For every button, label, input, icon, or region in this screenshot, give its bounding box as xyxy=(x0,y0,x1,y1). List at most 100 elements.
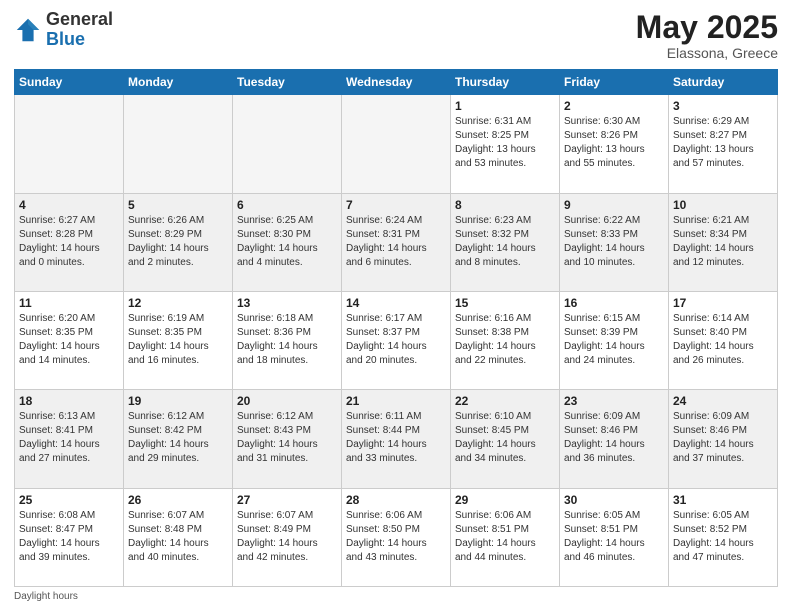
calendar-week-row: 25 Sunrise: 6:08 AMSunset: 8:47 PMDayligh… xyxy=(15,488,778,586)
page: General Blue May 2025 Elassona, Greece S… xyxy=(0,0,792,612)
day-info: Sunrise: 6:05 AMSunset: 8:51 PMDaylight:… xyxy=(564,509,664,565)
calendar-cell: 8Sunrise: 6:23 AMSunset: 8:32 PMDaylight… xyxy=(451,193,560,291)
day-number: 4 xyxy=(19,198,119,212)
header-saturday: Saturday xyxy=(669,70,778,95)
day-info: Sunrise: 6:20 AMSunset: 8:35 PMDaylight:… xyxy=(19,312,119,368)
day-number: 22 xyxy=(455,394,555,408)
day-info: Sunrise: 6:24 AMSunset: 8:31 PMDaylight:… xyxy=(346,214,446,270)
day-number: 11 xyxy=(19,296,119,310)
day-info: Sunrise: 6:21 AMSunset: 8:34 PMDaylight:… xyxy=(673,214,773,270)
header-friday: Friday xyxy=(560,70,669,95)
calendar-cell xyxy=(124,95,233,193)
calendar-cell: 2Sunrise: 6:30 AMSunset: 8:26 PMDaylight… xyxy=(560,95,669,193)
day-number: 18 xyxy=(19,394,119,408)
calendar-week-row: 4 Sunrise: 6:27 AMSunset: 8:28 PMDaylight… xyxy=(15,193,778,291)
month-title: May 2025 xyxy=(636,10,778,45)
day-number: 3 xyxy=(673,99,773,113)
calendar-cell: 17Sunrise: 6:14 AMSunset: 8:40 PMDayligh… xyxy=(669,291,778,389)
day-number: 25 xyxy=(19,493,119,507)
header-sunday: Sunday xyxy=(15,70,124,95)
day-info: Sunrise: 6:15 AMSunset: 8:39 PMDaylight:… xyxy=(564,312,664,368)
calendar-cell: 23 Sunrise: 6:09 AMSunset: 8:46 PMDayligh… xyxy=(560,390,669,488)
calendar-week-row: 1Sunrise: 6:31 AMSunset: 8:25 PMDaylight… xyxy=(15,95,778,193)
day-number: 12 xyxy=(128,296,228,310)
day-number: 7 xyxy=(346,198,446,212)
calendar-cell: 29 Sunrise: 6:06 AMSunset: 8:51 PMDayligh… xyxy=(451,488,560,586)
header-monday: Monday xyxy=(124,70,233,95)
header-tuesday: Tuesday xyxy=(233,70,342,95)
day-number: 26 xyxy=(128,493,228,507)
day-info: Sunrise: 6:10 AMSunset: 8:45 PMDaylight:… xyxy=(455,410,555,466)
day-info: Sunrise: 6:13 AMSunset: 8:41 PMDaylight:… xyxy=(19,410,119,466)
calendar-cell: 14Sunrise: 6:17 AMSunset: 8:37 PMDayligh… xyxy=(342,291,451,389)
day-info: Sunrise: 6:12 AMSunset: 8:43 PMDaylight:… xyxy=(237,410,337,466)
day-number: 20 xyxy=(237,394,337,408)
header: General Blue May 2025 Elassona, Greece xyxy=(14,10,778,61)
calendar-cell: 18 Sunrise: 6:13 AMSunset: 8:41 PMDayligh… xyxy=(15,390,124,488)
calendar-cell: 9 Sunrise: 6:22 AMSunset: 8:33 PMDaylight… xyxy=(560,193,669,291)
day-info: Sunrise: 6:22 AMSunset: 8:33 PMDaylight:… xyxy=(564,214,664,270)
location: Elassona, Greece xyxy=(636,45,778,61)
day-number: 16 xyxy=(564,296,664,310)
day-info: Sunrise: 6:26 AMSunset: 8:29 PMDaylight:… xyxy=(128,214,228,270)
day-info: Sunrise: 6:09 AMSunset: 8:46 PMDaylight:… xyxy=(564,410,664,466)
day-info: Sunrise: 6:25 AMSunset: 8:30 PMDaylight:… xyxy=(237,214,337,270)
calendar-cell xyxy=(342,95,451,193)
header-wednesday: Wednesday xyxy=(342,70,451,95)
day-number: 29 xyxy=(455,493,555,507)
day-number: 15 xyxy=(455,296,555,310)
calendar-cell: 25 Sunrise: 6:08 AMSunset: 8:47 PMDayligh… xyxy=(15,488,124,586)
day-number: 13 xyxy=(237,296,337,310)
calendar-cell: 12 Sunrise: 6:19 AMSunset: 8:35 PMDayligh… xyxy=(124,291,233,389)
day-number: 23 xyxy=(564,394,664,408)
day-info: Sunrise: 6:18 AMSunset: 8:36 PMDaylight:… xyxy=(237,312,337,368)
calendar-cell xyxy=(15,95,124,193)
calendar-cell: 13 Sunrise: 6:18 AMSunset: 8:36 PMDayligh… xyxy=(233,291,342,389)
calendar-cell: 15Sunrise: 6:16 AMSunset: 8:38 PMDayligh… xyxy=(451,291,560,389)
day-number: 1 xyxy=(455,99,555,113)
day-number: 8 xyxy=(455,198,555,212)
day-number: 6 xyxy=(237,198,337,212)
header-thursday: Thursday xyxy=(451,70,560,95)
day-info: Sunrise: 6:27 AMSunset: 8:28 PMDaylight:… xyxy=(19,214,119,270)
day-number: 24 xyxy=(673,394,773,408)
calendar-cell: 3 Sunrise: 6:29 AMSunset: 8:27 PMDaylight… xyxy=(669,95,778,193)
day-number: 30 xyxy=(564,493,664,507)
calendar-cell: 28 Sunrise: 6:06 AMSunset: 8:50 PMDayligh… xyxy=(342,488,451,586)
day-info: Sunrise: 6:06 AMSunset: 8:50 PMDaylight:… xyxy=(346,509,446,565)
day-info: Sunrise: 6:09 AMSunset: 8:46 PMDaylight:… xyxy=(673,410,773,466)
calendar-cell: 6 Sunrise: 6:25 AMSunset: 8:30 PMDaylight… xyxy=(233,193,342,291)
day-number: 5 xyxy=(128,198,228,212)
day-info: Sunrise: 6:14 AMSunset: 8:40 PMDaylight:… xyxy=(673,312,773,368)
calendar-week-row: 11 Sunrise: 6:20 AMSunset: 8:35 PMDayligh… xyxy=(15,291,778,389)
calendar-cell: 11 Sunrise: 6:20 AMSunset: 8:35 PMDayligh… xyxy=(15,291,124,389)
day-info: Sunrise: 6:29 AMSunset: 8:27 PMDaylight:… xyxy=(673,115,773,171)
day-number: 9 xyxy=(564,198,664,212)
calendar-cell: 31Sunrise: 6:05 AMSunset: 8:52 PMDayligh… xyxy=(669,488,778,586)
logo: General Blue xyxy=(14,10,113,50)
calendar-cell: 7 Sunrise: 6:24 AMSunset: 8:31 PMDaylight… xyxy=(342,193,451,291)
calendar-cell: 1Sunrise: 6:31 AMSunset: 8:25 PMDaylight… xyxy=(451,95,560,193)
logo-icon xyxy=(14,16,42,44)
calendar-cell: 27 Sunrise: 6:07 AMSunset: 8:49 PMDayligh… xyxy=(233,488,342,586)
logo-text: General Blue xyxy=(46,10,113,50)
calendar-table: Sunday Monday Tuesday Wednesday Thursday… xyxy=(14,69,778,587)
day-number: 10 xyxy=(673,198,773,212)
calendar-cell: 20 Sunrise: 6:12 AMSunset: 8:43 PMDayligh… xyxy=(233,390,342,488)
footer-note: Daylight hours xyxy=(14,591,778,602)
calendar-cell: 26Sunrise: 6:07 AMSunset: 8:48 PMDayligh… xyxy=(124,488,233,586)
calendar-cell: 10 Sunrise: 6:21 AMSunset: 8:34 PMDayligh… xyxy=(669,193,778,291)
day-info: Sunrise: 6:12 AMSunset: 8:42 PMDaylight:… xyxy=(128,410,228,466)
day-info: Sunrise: 6:19 AMSunset: 8:35 PMDaylight:… xyxy=(128,312,228,368)
day-info: Sunrise: 6:07 AMSunset: 8:49 PMDaylight:… xyxy=(237,509,337,565)
calendar-cell: 19 Sunrise: 6:12 AMSunset: 8:42 PMDayligh… xyxy=(124,390,233,488)
day-number: 19 xyxy=(128,394,228,408)
day-number: 14 xyxy=(346,296,446,310)
calendar-cell xyxy=(233,95,342,193)
day-number: 28 xyxy=(346,493,446,507)
day-number: 27 xyxy=(237,493,337,507)
calendar-cell: 21Sunrise: 6:11 AMSunset: 8:44 PMDayligh… xyxy=(342,390,451,488)
day-info: Sunrise: 6:08 AMSunset: 8:47 PMDaylight:… xyxy=(19,509,119,565)
day-info: Sunrise: 6:06 AMSunset: 8:51 PMDaylight:… xyxy=(455,509,555,565)
calendar-week-row: 18 Sunrise: 6:13 AMSunset: 8:41 PMDayligh… xyxy=(15,390,778,488)
